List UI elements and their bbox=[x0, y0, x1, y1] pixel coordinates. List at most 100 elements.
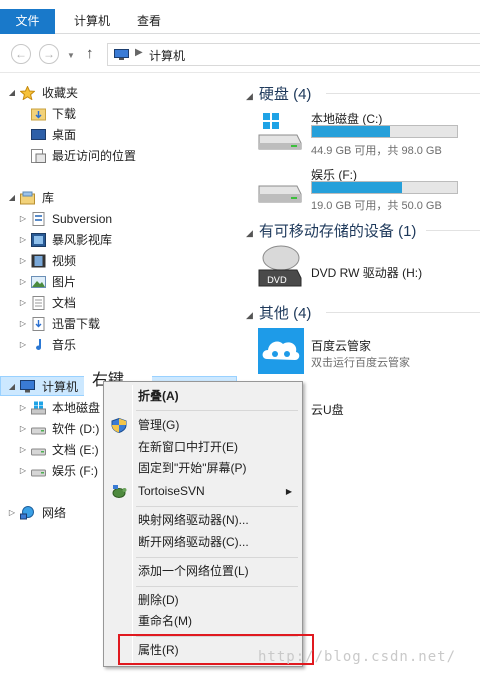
drive-free-space: 19.0 GB 可用，共 50.0 GB bbox=[311, 200, 442, 212]
menu-item-add-network-location[interactable]: 添加一个网络位置(L) bbox=[106, 561, 300, 582]
menu-item-manage[interactable]: 管理(G) bbox=[106, 415, 300, 436]
drive-usage-fill bbox=[312, 182, 402, 193]
collapse-arrow-icon[interactable]: ◢ bbox=[7, 377, 17, 397]
menu-label: 映射网络驱动器(N)... bbox=[138, 513, 249, 527]
tree-label: 计算机 bbox=[42, 380, 79, 394]
tree-item-pictures[interactable]: ▷ 图片 bbox=[0, 272, 237, 292]
tree-item-baofeng[interactable]: ▷ 暴风影视库 bbox=[0, 230, 237, 250]
expand-arrow-icon[interactable]: ▷ bbox=[18, 230, 28, 250]
back-button[interactable]: ← bbox=[11, 44, 31, 64]
tree-label: 最近访问的位置 bbox=[52, 149, 137, 163]
breadcrumb-separator-icon[interactable]: ▶ bbox=[135, 47, 143, 58]
tree-label: 桌面 bbox=[52, 128, 77, 142]
collapse-arrow-icon[interactable]: ◢ bbox=[246, 228, 253, 238]
tree-item-recent[interactable]: 最近访问的位置 bbox=[0, 146, 237, 166]
tree-item-music[interactable]: ▷ 音乐 bbox=[0, 335, 237, 355]
expand-arrow-icon[interactable]: ▷ bbox=[18, 272, 28, 292]
tree-item-downloads[interactable]: 下载 bbox=[0, 104, 237, 124]
context-menu: 折叠(A) 管理(G) 在新窗口中打开(E) 固定到"开始"屏幕(P) Tort… bbox=[103, 381, 303, 667]
drive-usage-bar bbox=[311, 125, 458, 138]
submenu-arrow-icon: ▶ bbox=[285, 487, 292, 496]
menu-item-collapse[interactable]: 折叠(A) bbox=[106, 386, 300, 407]
menu-label: 在新窗口中打开(E) bbox=[138, 440, 238, 454]
expand-arrow-icon[interactable]: ▷ bbox=[18, 251, 28, 271]
menu-label: 添加一个网络位置(L) bbox=[138, 564, 249, 578]
expand-arrow-icon[interactable]: ▷ bbox=[18, 461, 28, 481]
video-library-icon bbox=[31, 233, 46, 247]
expand-arrow-icon[interactable]: ▷ bbox=[18, 209, 28, 229]
drive-icon bbox=[31, 427, 46, 435]
star-icon bbox=[20, 86, 35, 100]
tree-label: 娱乐 (F:) bbox=[52, 464, 98, 478]
expand-arrow-icon[interactable]: ▷ bbox=[7, 503, 17, 523]
tab-computer[interactable]: 计算机 bbox=[66, 9, 118, 34]
menu-item-tortoisesvn[interactable]: TortoiseSVN ▶ bbox=[106, 481, 300, 502]
expand-arrow-icon[interactable]: ▷ bbox=[18, 314, 28, 334]
menu-item-open-new-window[interactable]: 在新窗口中打开(E) bbox=[106, 437, 300, 458]
tree-libraries[interactable]: ◢ 库 bbox=[0, 188, 237, 208]
recent-places-icon bbox=[31, 149, 46, 163]
film-icon bbox=[31, 254, 46, 268]
group-divider bbox=[326, 312, 480, 313]
tree-label: 视频 bbox=[52, 254, 77, 268]
tree-label: 迅雷下载 bbox=[52, 317, 101, 331]
documents-icon bbox=[32, 296, 45, 310]
computer-icon bbox=[114, 49, 129, 60]
menu-item-delete[interactable]: 删除(D) bbox=[106, 590, 300, 611]
tree-favorites[interactable]: ◢ 收藏夹 bbox=[0, 83, 237, 103]
drive-name: DVD RW 驱动器 (H:) bbox=[311, 266, 423, 280]
expand-arrow-icon[interactable]: ▷ bbox=[18, 335, 28, 355]
navigation-bar: ← → ▼ ↑ ▶ 计算机 bbox=[0, 35, 480, 73]
menu-separator bbox=[136, 557, 298, 558]
tree-label: 本地磁盘 bbox=[52, 401, 101, 415]
expand-arrow-icon[interactable]: ▷ bbox=[18, 398, 28, 418]
desktop-icon bbox=[31, 129, 46, 140]
tab-view[interactable]: 查看 bbox=[131, 9, 167, 34]
menu-item-rename[interactable]: 重命名(M) bbox=[106, 611, 300, 632]
group-header-removable[interactable]: ◢ 有可移动存储的设备 (1) bbox=[246, 220, 416, 241]
menu-item-disconnect-network-drive[interactable]: 断开网络驱动器(C)... bbox=[106, 532, 300, 553]
menu-separator bbox=[136, 506, 298, 507]
tree-item-documents[interactable]: ▷ 文档 bbox=[0, 293, 237, 313]
document-library-icon bbox=[32, 212, 45, 226]
menu-item-map-network-drive[interactable]: 映射网络驱动器(N)... bbox=[106, 510, 300, 531]
group-header-hdd[interactable]: ◢ 硬盘 (4) bbox=[246, 83, 311, 104]
tree-item-videos[interactable]: ▷ 视频 bbox=[0, 251, 237, 271]
shield-icon bbox=[111, 418, 127, 433]
baidu-cloud-icon bbox=[258, 328, 304, 374]
group-title: 其他 (4) bbox=[258, 305, 312, 322]
network-icon bbox=[20, 506, 34, 520]
tab-file[interactable]: 文件 bbox=[0, 9, 55, 34]
tree-label: 文档 bbox=[52, 296, 77, 310]
tree-item-thunder[interactable]: ▷ 迅雷下载 bbox=[0, 314, 237, 334]
recent-locations-dropdown-icon[interactable]: ▼ bbox=[67, 51, 75, 60]
downloads-folder-icon bbox=[31, 108, 46, 121]
up-button[interactable]: ↑ bbox=[86, 44, 94, 64]
app-name: 云U盘 bbox=[311, 403, 344, 417]
download-library-icon bbox=[32, 317, 45, 331]
tree-item-desktop[interactable]: 桌面 bbox=[0, 125, 237, 145]
menu-item-pin-to-start[interactable]: 固定到"开始"屏幕(P) bbox=[106, 458, 300, 479]
expand-arrow-icon[interactable]: ▷ bbox=[18, 293, 28, 313]
breadcrumb-computer[interactable]: 计算机 bbox=[149, 47, 185, 64]
tree-item-subversion[interactable]: ▷ Subversion bbox=[0, 209, 237, 229]
menu-label: 删除(D) bbox=[138, 593, 179, 607]
tree-label: Subversion bbox=[52, 212, 113, 226]
address-bar[interactable]: ▶ 计算机 bbox=[107, 43, 480, 66]
library-icon bbox=[20, 191, 35, 205]
collapse-arrow-icon[interactable]: ◢ bbox=[246, 91, 253, 101]
collapse-arrow-icon[interactable]: ◢ bbox=[7, 83, 17, 103]
tree-label: 下载 bbox=[52, 107, 77, 121]
tree-label: 库 bbox=[42, 191, 55, 205]
tree-label: 暴风影视库 bbox=[52, 233, 113, 247]
collapse-arrow-icon[interactable]: ◢ bbox=[246, 310, 253, 320]
arrow-left-icon: ← bbox=[15, 47, 27, 61]
forward-button[interactable]: → bbox=[39, 44, 59, 64]
collapse-arrow-icon[interactable]: ◢ bbox=[7, 188, 17, 208]
expand-arrow-icon[interactable]: ▷ bbox=[18, 440, 28, 460]
tortoise-icon bbox=[112, 485, 127, 498]
computer-icon bbox=[20, 380, 35, 393]
expand-arrow-icon[interactable]: ▷ bbox=[18, 419, 28, 439]
drive-icon bbox=[31, 448, 46, 456]
group-header-other[interactable]: ◢ 其他 (4) bbox=[246, 302, 311, 323]
